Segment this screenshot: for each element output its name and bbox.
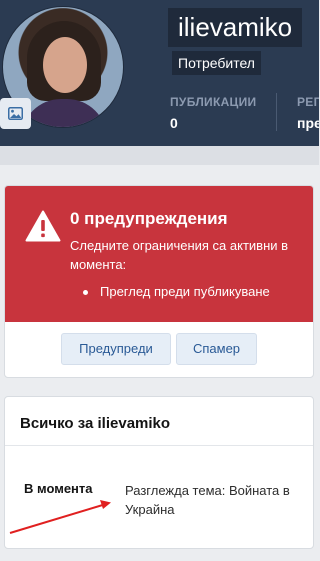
user-title-badge: Потребител	[172, 51, 261, 75]
restriction-label: Преглед преди публикуване	[100, 284, 270, 299]
divider	[5, 445, 313, 446]
warning-triangle-icon	[25, 210, 61, 242]
list-item: Преглед преди публикуване	[80, 284, 270, 299]
annotation-arrow-icon	[9, 500, 111, 534]
restrictions-list: Преглед преди публикуване	[80, 284, 270, 299]
stat-label-registered: РЕГ	[297, 95, 319, 109]
about-title: Всичко за ilievamiko	[20, 415, 171, 432]
warnings-description: Следните ограничения са активни в момент…	[70, 238, 289, 272]
warnings-title: 0 предупреждения	[70, 209, 228, 228]
spammer-button[interactable]: Спамер	[176, 333, 257, 365]
current-activity-value[interactable]: Разглежда тема: Войната в Украйна	[125, 481, 305, 519]
change-avatar-button[interactable]	[0, 98, 31, 129]
stats-divider	[276, 93, 277, 131]
stat-value-posts[interactable]: 0	[170, 115, 178, 131]
avatar-face	[43, 37, 87, 93]
profile-header: ilievamiko Потребител ПУБЛИКАЦИИ 0 РЕГ п…	[0, 0, 319, 146]
header-tabs-strip	[0, 146, 319, 165]
stat-value-registered: пре	[297, 115, 319, 131]
bullet-icon	[83, 290, 88, 295]
profile-username: ilievamiko	[168, 8, 303, 47]
warnings-card: 0 предупреждения Следните ограничения са…	[4, 185, 314, 378]
warn-button[interactable]: Предупреди	[61, 333, 171, 365]
warnings-notice: 0 предупреждения Следните ограничения са…	[5, 186, 313, 322]
stat-label-posts: ПУБЛИКАЦИИ	[170, 95, 257, 109]
avatar-shirt	[21, 99, 107, 127]
image-icon	[8, 107, 23, 120]
